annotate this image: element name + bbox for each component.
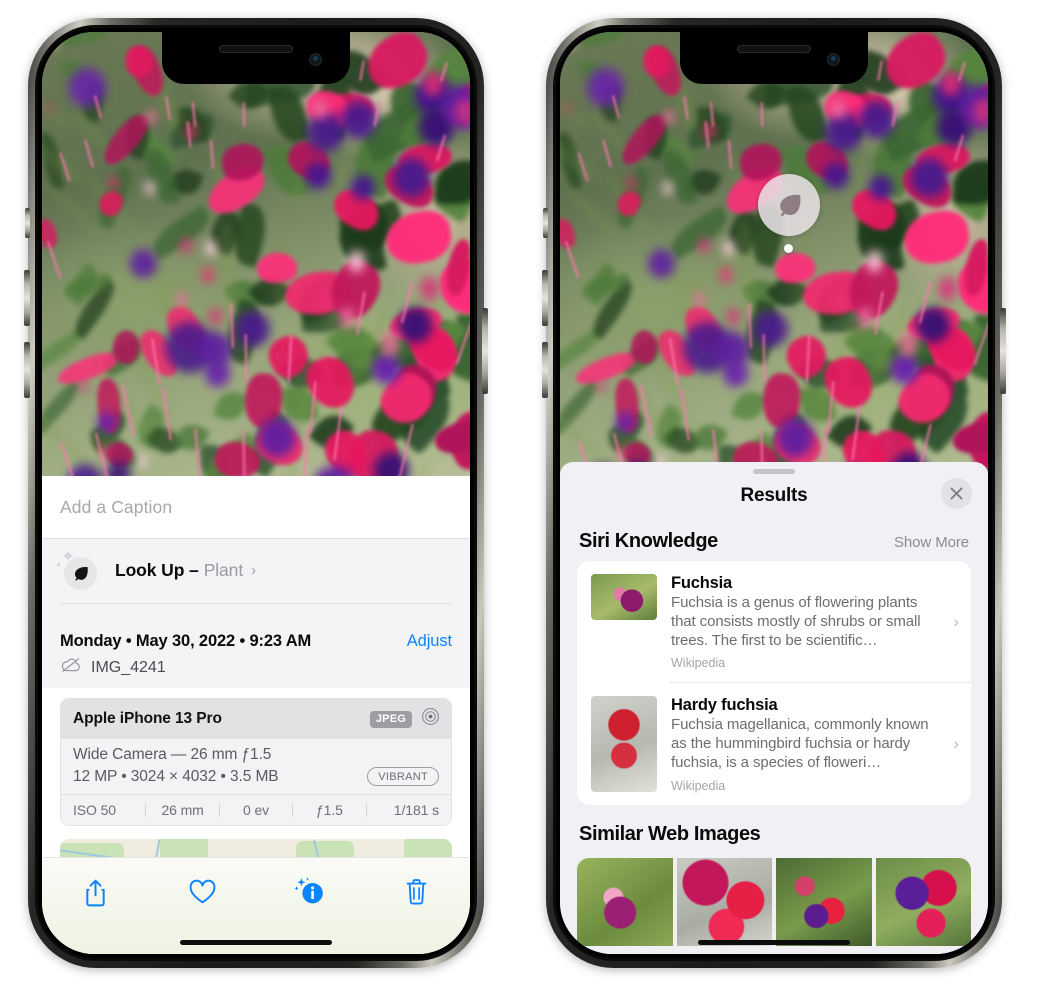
caption-placeholder[interactable]: Add a Caption	[60, 497, 172, 518]
phone-left: Add a Caption ✦ ✦ Look Up – Plant › Mond…	[24, 18, 488, 968]
exif-row: ISO 50 26 mm 0 ev ƒ1.5 1/181 s	[61, 794, 451, 825]
show-more-button[interactable]: Show More	[894, 534, 969, 551]
volume-up-button[interactable]	[24, 270, 30, 326]
exif-value: ISO 50	[73, 802, 116, 818]
home-indicator[interactable]	[180, 940, 332, 945]
knowledge-source: Wikipedia	[671, 778, 726, 793]
knowledge-thumbnail	[591, 574, 657, 620]
look-up-section: ✦ ✦ Look Up – Plant ›	[42, 539, 470, 620]
volume-up-button[interactable]	[542, 270, 548, 326]
power-button[interactable]	[1000, 308, 1006, 394]
notch	[680, 32, 868, 84]
visual-lookup-badge[interactable]	[758, 174, 820, 236]
camera-model: Apple iPhone 13 Pro	[73, 710, 222, 727]
knowledge-item[interactable]: Hardy fuchsia Fuchsia magellanica, commo…	[577, 683, 971, 804]
divider	[60, 603, 452, 604]
exif-value: 1/181 s	[393, 802, 440, 818]
results-header: Results	[560, 474, 988, 518]
home-indicator[interactable]	[698, 940, 850, 945]
visual-lookup-anchor-dot	[784, 244, 793, 253]
results-sheet: Results Siri Knowledge Show More Fuchsia…	[560, 462, 988, 954]
cloud-slash-icon	[60, 657, 82, 678]
photo-info-sheet: Add a Caption ✦ ✦ Look Up – Plant › Mond…	[42, 476, 470, 954]
phone-screen-right: Results Siri Knowledge Show More Fuchsia…	[560, 32, 988, 954]
power-button[interactable]	[482, 308, 488, 394]
volume-down-button[interactable]	[24, 342, 30, 398]
leaf-icon	[64, 557, 97, 590]
camera-info-card: Apple iPhone 13 Pro JPEG Wide Camera — 2…	[60, 698, 452, 826]
mute-switch[interactable]	[25, 208, 30, 238]
filename-row: IMG_4241	[60, 657, 452, 678]
knowledge-description: Fuchsia is a genus of flowering plants t…	[671, 594, 921, 649]
volume-down-button[interactable]	[542, 342, 548, 398]
web-image-1[interactable]	[577, 857, 673, 946]
similar-web-images-grid	[577, 857, 971, 946]
phone-screen-left: Add a Caption ✦ ✦ Look Up – Plant › Mond…	[42, 32, 470, 954]
close-button[interactable]	[941, 478, 972, 509]
results-title: Results	[740, 485, 808, 506]
look-up-label: Look Up –	[115, 560, 199, 580]
section-title: Siri Knowledge	[579, 530, 718, 552]
metadata-section: Monday • May 30, 2022 • 9:23 AM Adjust I…	[42, 620, 470, 688]
siri-knowledge-card: Fuchsia Fuchsia is a genus of flowering …	[577, 561, 971, 805]
exif-value: ƒ1.5	[315, 802, 343, 818]
notch	[162, 32, 350, 84]
aperture-icon	[421, 707, 440, 731]
knowledge-text: Hardy fuchsia Fuchsia magellanica, commo…	[671, 696, 943, 792]
photo-date: Monday • May 30, 2022 • 9:23 AM	[60, 632, 312, 650]
knowledge-title: Hardy fuchsia	[671, 696, 778, 715]
look-up-subject: Plant	[203, 560, 244, 580]
look-up-icon-group: ✦ ✦	[55, 548, 97, 590]
adjust-button[interactable]: Adjust	[407, 632, 452, 651]
photo-viewer[interactable]	[42, 32, 470, 476]
metadata-header: Monday • May 30, 2022 • 9:23 AM Adjust	[60, 632, 452, 651]
chevron-right-icon: ›	[251, 562, 256, 579]
front-camera-icon	[827, 53, 840, 66]
photo-filename: IMG_4241	[91, 658, 166, 676]
camera-body: Wide Camera — 26 mm ƒ1.5 12 MP • 3024 × …	[61, 739, 451, 794]
mute-switch[interactable]	[543, 208, 548, 238]
web-image-3[interactable]	[776, 857, 872, 946]
front-camera-icon	[309, 53, 322, 66]
camera-lens-line: Wide Camera — 26 mm ƒ1.5	[73, 746, 272, 763]
earpiece-speaker	[737, 45, 811, 53]
exif-value: 26 mm	[161, 802, 204, 818]
favorite-button[interactable]	[179, 872, 225, 912]
section-title: Similar Web Images	[579, 822, 761, 845]
knowledge-source: Wikipedia	[671, 656, 726, 671]
exif-value: 0 ev	[242, 802, 270, 818]
web-image-2[interactable]	[676, 857, 772, 946]
look-up-label-group: Look Up – Plant ›	[115, 560, 256, 581]
camera-header: Apple iPhone 13 Pro JPEG	[61, 699, 451, 739]
info-button[interactable]	[287, 872, 333, 912]
photo-viewer[interactable]	[560, 32, 988, 476]
camera-size-row: 12 MP • 3024 × 4032 • 3.5 MB VIBRANT	[73, 767, 439, 786]
camera-header-right: JPEG	[369, 707, 440, 731]
sparkle-small-icon: ✦	[55, 560, 63, 570]
look-up-row[interactable]: ✦ ✦ Look Up – Plant ›	[55, 548, 452, 590]
earpiece-speaker	[219, 45, 293, 53]
knowledge-title: Fuchsia	[671, 574, 732, 592]
chevron-right-icon: ›	[953, 734, 959, 754]
share-button[interactable]	[72, 872, 118, 912]
knowledge-text: Fuchsia Fuchsia is a genus of flowering …	[671, 574, 943, 670]
knowledge-description: Fuchsia magellanica, commonly known as t…	[671, 716, 929, 771]
knowledge-item[interactable]: Fuchsia Fuchsia is a genus of flowering …	[577, 561, 971, 682]
similar-web-images-header: Similar Web Images	[560, 805, 988, 848]
photographic-style-badge: VIBRANT	[367, 767, 439, 786]
camera-size-line: 12 MP • 3024 × 4032 • 3.5 MB	[73, 767, 279, 785]
toolbar-row	[42, 858, 470, 912]
web-image-4[interactable]	[875, 857, 971, 946]
caption-row[interactable]: Add a Caption	[42, 476, 470, 539]
chevron-right-icon: ›	[953, 612, 959, 632]
format-badge: JPEG	[369, 710, 412, 728]
phone-right: Results Siri Knowledge Show More Fuchsia…	[542, 18, 1006, 968]
siri-knowledge-header: Siri Knowledge Show More	[560, 518, 988, 561]
knowledge-thumbnail	[591, 696, 657, 793]
delete-button[interactable]	[394, 872, 440, 912]
